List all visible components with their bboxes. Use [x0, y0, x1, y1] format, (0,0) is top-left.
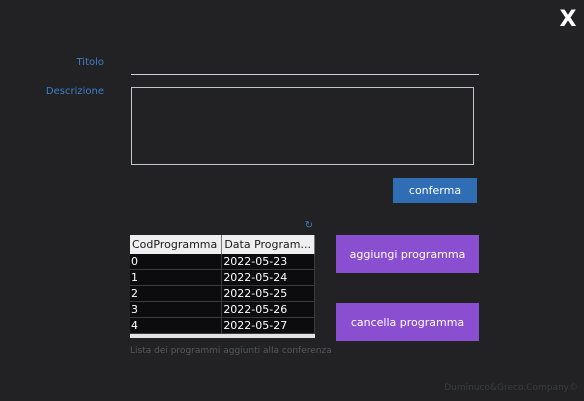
table-cell-date: 2022-05-27: [221, 317, 315, 334]
table-caption: Lista dei programmi aggiunti alla confer…: [130, 346, 332, 356]
confirm-button[interactable]: conferma: [393, 178, 477, 203]
copyright-footer: Duminuco&Greco.Company©: [444, 383, 578, 393]
description-label: Descrizione: [45, 86, 104, 97]
table-cell-cod: 4: [130, 317, 223, 334]
horizontal-scrollbar[interactable]: [130, 333, 315, 338]
title-input[interactable]: [131, 57, 479, 75]
title-label: Titolo: [76, 57, 104, 68]
refresh-icon[interactable]: ↻: [304, 221, 314, 231]
programs-table: CodProgramma Data Program... 0 2022-05-2…: [130, 235, 315, 338]
table-cell-date: 2022-05-24: [221, 269, 315, 286]
table-cell-date: 2022-05-23: [221, 254, 315, 270]
table-cell-date: 2022-05-26: [221, 301, 315, 318]
table-row[interactable]: 3 2022-05-26: [130, 301, 315, 318]
table-cell-cod: 2: [130, 285, 223, 302]
table-row[interactable]: 0 2022-05-23: [130, 254, 315, 270]
table-cell-cod: 1: [130, 269, 223, 286]
table-cell-cod: 3: [130, 301, 223, 318]
table-row[interactable]: 4 2022-05-27: [130, 317, 315, 334]
close-button[interactable]: X: [556, 6, 580, 34]
table-row[interactable]: 2 2022-05-25: [130, 285, 315, 302]
delete-program-button[interactable]: cancella programma: [336, 303, 479, 341]
add-program-button[interactable]: aggiungi programma: [336, 235, 479, 273]
column-header-data-programma[interactable]: Data Program...: [221, 235, 315, 254]
table-cell-cod: 0: [130, 254, 223, 270]
table-cell-date: 2022-05-25: [221, 285, 315, 302]
table-header-row: CodProgramma Data Program...: [130, 235, 315, 254]
table-row[interactable]: 1 2022-05-24: [130, 269, 315, 286]
description-textarea[interactable]: [131, 87, 474, 165]
column-header-codprogramma[interactable]: CodProgramma: [130, 235, 223, 254]
